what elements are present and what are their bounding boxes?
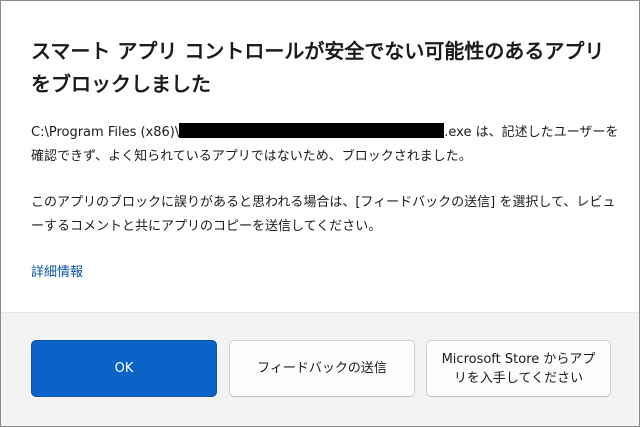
dialog-content: スマート アプリ コントロールが安全でない可能性のあるアプリをブロックしました … (31, 35, 621, 280)
redacted-path-block (179, 123, 445, 138)
more-info-link[interactable]: 詳細情報 (31, 261, 83, 280)
dialog-title: スマート アプリ コントロールが安全でない可能性のあるアプリをブロックしました (31, 39, 605, 96)
feedback-instructions: このアプリのブロックに誤りがあると思われる場合は、[フィードバックの送信] を選… (31, 195, 616, 234)
smart-app-control-dialog: スマート アプリ コントロールが安全でない可能性のあるアプリをブロックしました … (0, 0, 640, 427)
blocked-app-message: C:\Program Files (x86)\ .exe は、記述したユーザーを確… (31, 121, 621, 169)
dialog-footer: OK フィードバックの送信 Microsoft Store からアプリを入手して… (1, 312, 639, 426)
app-path-prefix: C:\Program Files (x86)\ (31, 125, 180, 140)
get-from-store-button[interactable]: Microsoft Store からアプリを入手してください (426, 340, 611, 397)
send-feedback-button[interactable]: フィードバックの送信 (229, 340, 415, 397)
ok-button[interactable]: OK (31, 340, 217, 397)
